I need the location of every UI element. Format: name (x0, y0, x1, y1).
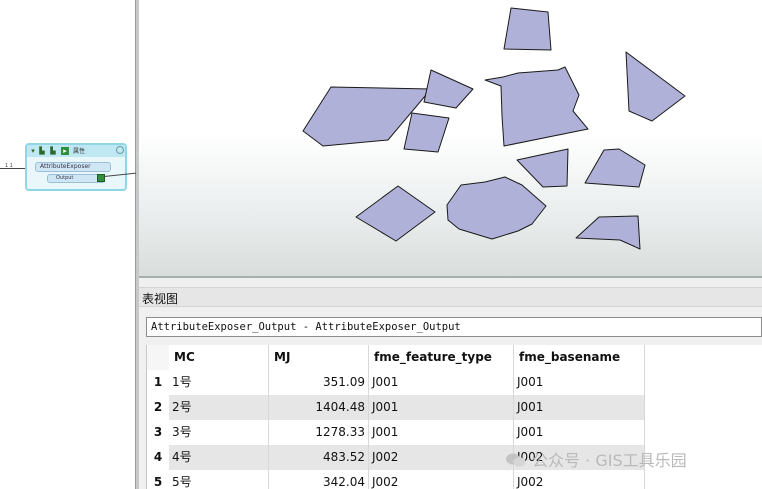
graphics-view[interactable] (139, 0, 762, 278)
transformer-header[interactable]: ▾ ▙ ▙ ▸ 属性 (27, 145, 125, 157)
cell-fme-feature-type[interactable]: J002 (369, 445, 514, 470)
cell-fme-feature-type[interactable]: J001 (369, 420, 514, 445)
collapse-chevron-icon[interactable]: ▾ (29, 147, 37, 155)
feature-type-selector[interactable]: AttributeExposer_Output - AttributeExpos… (146, 317, 762, 337)
row-number[interactable]: 4 (147, 445, 169, 470)
column-header-fme-basename[interactable]: fme_basename (514, 345, 645, 370)
watermark: 公众号 · GIS工具乐园 (505, 447, 687, 471)
cell-fme-feature-type[interactable]: J001 (369, 395, 514, 420)
cell-fme-basename[interactable]: J002 (514, 470, 645, 489)
polygon-feature[interactable] (584, 148, 646, 188)
cell-fme-basename[interactable]: J001 (514, 395, 645, 420)
cell-fme-feature-type[interactable]: J001 (369, 370, 514, 395)
cell-mj[interactable]: 351.09 (269, 370, 369, 395)
polygon-feature[interactable] (516, 148, 569, 188)
cell-mc[interactable]: 1号 (169, 370, 269, 395)
cell-mc[interactable]: 5号 (169, 470, 269, 489)
run-to-icon[interactable]: ▸ (61, 147, 69, 155)
polygon-feature[interactable] (403, 112, 450, 153)
watermark-text: 公众号 · GIS工具乐园 (532, 451, 687, 470)
fme-workbench-window: { "canvas": { "transformer": { "header_l… (0, 0, 762, 489)
cell-mc[interactable]: 4号 (169, 445, 269, 470)
transformer-settings-icon[interactable] (116, 146, 124, 154)
polygon-feature[interactable] (423, 69, 474, 109)
table-row[interactable]: 2 2号 1404.48 J001 J001 (147, 395, 645, 420)
table-row[interactable]: 5 5号 342.04 J002 J002 (147, 470, 645, 489)
table-row[interactable]: 1 1号 351.09 J001 J001 (147, 370, 645, 395)
cell-fme-basename[interactable]: J001 (514, 370, 645, 395)
polygon-feature[interactable] (575, 215, 641, 250)
transformer-name: 属性 (73, 148, 86, 155)
table-row[interactable]: 3 3号 1278.33 J001 J001 (147, 420, 645, 445)
table-corner[interactable] (147, 345, 169, 370)
inspect-all-icon[interactable]: ▙ (49, 147, 57, 155)
table-view-title: 表视图 (142, 292, 179, 306)
cell-mc[interactable]: 2号 (169, 395, 269, 420)
transformer-input-port[interactable]: AttributeExposer (35, 162, 111, 172)
cell-mj[interactable]: 342.04 (269, 470, 369, 489)
row-number[interactable]: 1 (147, 370, 169, 395)
connection-feature-count: 1 1 (5, 163, 13, 169)
attribute-exposer-transformer[interactable]: ▾ ▙ ▙ ▸ 属性 AttributeExposer Output (25, 143, 127, 191)
cell-fme-feature-type[interactable]: J002 (369, 470, 514, 489)
inspect-icon[interactable]: ▙ (38, 147, 46, 155)
polygon-feature[interactable] (503, 7, 552, 51)
polygon-feature[interactable] (446, 176, 547, 240)
feature-type-name: AttributeExposer_Output - AttributeExpos… (151, 321, 461, 333)
column-header-mj[interactable]: MJ (269, 345, 369, 370)
polygon-feature[interactable] (484, 66, 589, 147)
cell-mc[interactable]: 3号 (169, 420, 269, 445)
workspace-canvas[interactable]: 1 1 ▾ ▙ ▙ ▸ 属性 AttributeExposer Output (0, 0, 139, 489)
row-number[interactable]: 2 (147, 395, 169, 420)
polygon-feature[interactable] (355, 185, 436, 242)
column-header-mc[interactable]: MC (169, 345, 269, 370)
wechat-icon (506, 453, 526, 467)
cell-mj[interactable]: 1278.33 (269, 420, 369, 445)
column-header-fme-feature-type[interactable]: fme_feature_type (369, 345, 514, 370)
cell-mj[interactable]: 1404.48 (269, 395, 369, 420)
polygon-feature[interactable] (625, 51, 686, 122)
cell-fme-basename[interactable]: J001 (514, 420, 645, 445)
row-number[interactable]: 3 (147, 420, 169, 445)
table-view-header: 表视图 (139, 287, 762, 307)
cell-mj[interactable]: 483.52 (269, 445, 369, 470)
row-number[interactable]: 5 (147, 470, 169, 489)
